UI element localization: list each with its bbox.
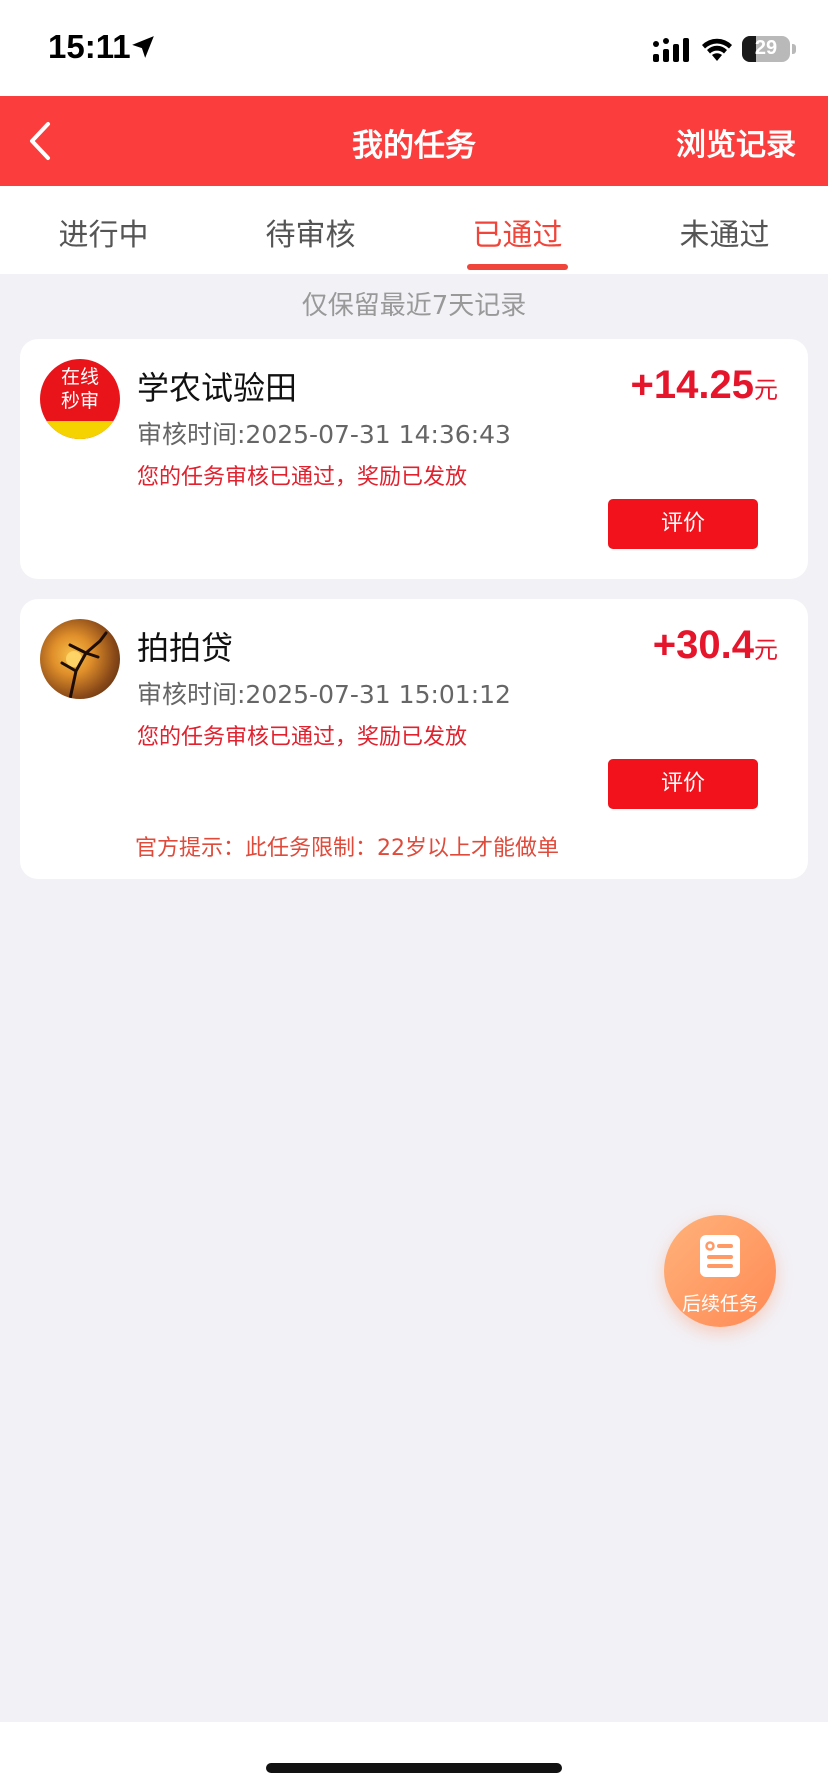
cellular-signal-icon — [653, 38, 689, 62]
task-title: 学农试验田 — [137, 369, 298, 407]
task-reward: +14.25元 — [631, 363, 778, 408]
bottom-safe-area — [0, 1722, 828, 1792]
tab-pending-review[interactable]: 待审核 — [207, 186, 414, 274]
reward-amount: +14.25 — [630, 363, 754, 407]
follow-up-tasks-button[interactable]: 后续任务 — [664, 1215, 776, 1327]
rate-button[interactable]: 评价 — [608, 759, 758, 809]
status-time: 15:11 — [48, 28, 131, 65]
location-arrow-icon — [132, 36, 154, 58]
retention-notice: 仅保留最近7天记录 — [301, 291, 527, 321]
reward-unit: 元 — [754, 377, 778, 404]
active-tab-indicator — [467, 264, 568, 270]
tab-rejected[interactable]: 未通过 — [621, 186, 828, 274]
tree-silhouette-icon — [60, 631, 108, 699]
avatar-text-line: 在线 — [60, 366, 99, 388]
tab-approved-label: 已通过 — [472, 218, 563, 253]
document-list-icon — [700, 1235, 740, 1277]
fab-label: 后续任务 — [681, 1293, 758, 1315]
tab-in-progress[interactable]: 进行中 — [0, 186, 207, 274]
wifi-icon — [702, 38, 732, 61]
status-tabs: 进行中 待审核 已通过 未通过 — [0, 186, 828, 274]
review-status: 您的任务审核已通过，奖励已发放 — [137, 725, 468, 750]
task-title: 拍拍贷 — [137, 629, 234, 667]
avatar-text-line: 秒审 — [60, 390, 99, 412]
reward-amount: +30.4 — [652, 623, 754, 667]
task-avatar: 在线 秒审 — [40, 359, 120, 439]
official-tip: 官方提示：此任务限制：22岁以上才能做单 — [135, 836, 559, 861]
reward-unit: 元 — [754, 637, 778, 664]
rate-button[interactable]: 评价 — [608, 499, 758, 549]
task-card[interactable]: 在线 秒审 学农试验田 +14.25元 审核时间:2025-07-31 14:3… — [20, 339, 808, 579]
review-time: 审核时间:2025-07-31 15:01:12 — [137, 680, 511, 709]
battery-percent: 29 — [754, 37, 778, 59]
review-time: 审核时间:2025-07-31 14:36:43 — [137, 420, 511, 449]
status-bar: 15:11 29 — [0, 0, 828, 96]
app-header: 我的任务 浏览记录 — [0, 96, 828, 186]
task-card[interactable]: 拍拍贷 +30.4元 审核时间:2025-07-31 15:01:12 您的任务… — [20, 599, 808, 879]
avatar-banner-strip — [40, 421, 120, 439]
review-status: 您的任务审核已通过，奖励已发放 — [137, 465, 468, 490]
home-indicator[interactable] — [266, 1763, 562, 1773]
battery-cap — [792, 44, 796, 54]
task-avatar — [40, 619, 120, 699]
browse-history-link[interactable]: 浏览记录 — [676, 120, 796, 164]
task-reward: +30.4元 — [653, 623, 778, 668]
tab-approved[interactable]: 已通过 — [414, 186, 621, 274]
battery-indicator: 29 — [742, 36, 790, 62]
